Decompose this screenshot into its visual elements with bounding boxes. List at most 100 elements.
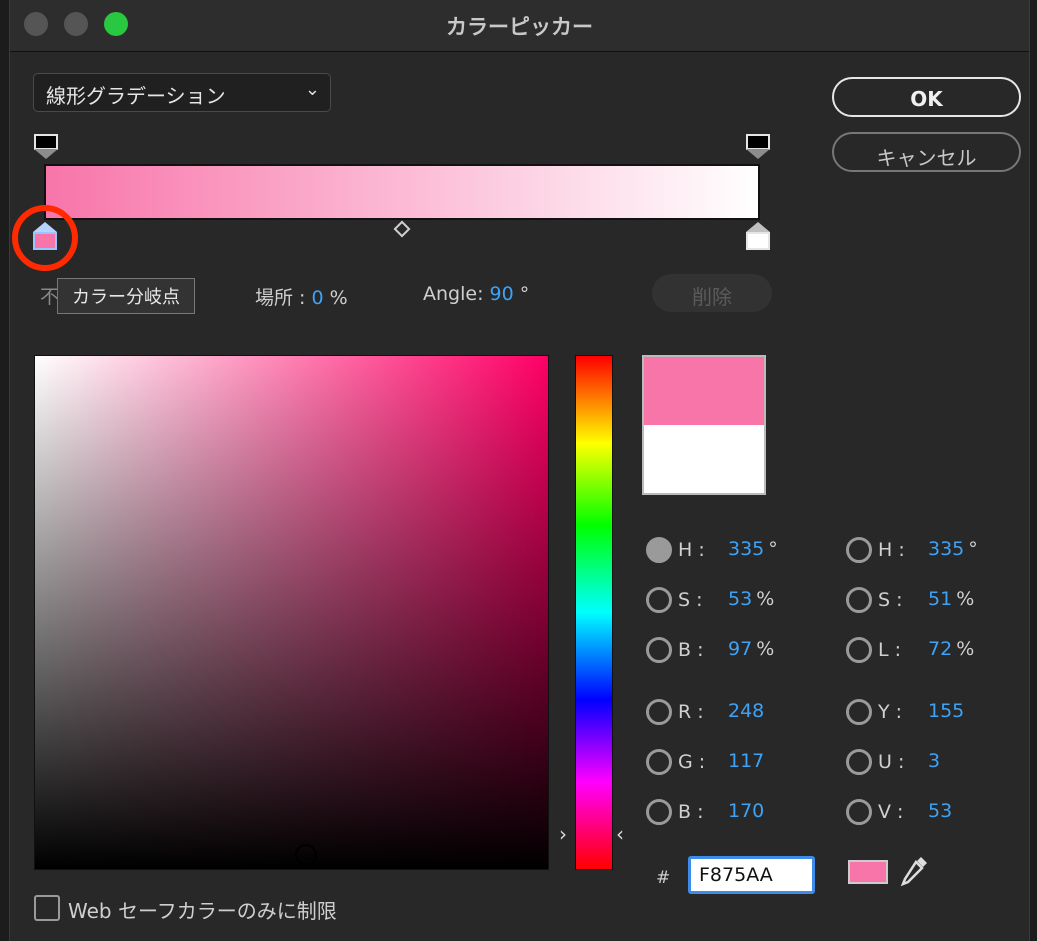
saturation-brightness-field[interactable]	[34, 355, 549, 870]
hex-input[interactable]: F875AA	[688, 856, 815, 894]
hsb-unit-1: %	[756, 588, 775, 610]
yuv-value-1[interactable]: 3	[928, 750, 940, 772]
angle-field: Angle: 90 °	[423, 283, 529, 305]
hsb-unit-0: °	[768, 538, 778, 560]
location-unit: %	[329, 287, 348, 309]
hsl-label-2: L :	[878, 639, 902, 661]
hsl-label-0: H :	[878, 539, 905, 561]
new-color-swatch	[644, 357, 764, 425]
hsl-unit-2: %	[956, 638, 975, 660]
yuv-value-2[interactable]: 53	[928, 800, 952, 822]
rgb-radio-0[interactable]	[646, 699, 672, 725]
rgb-label-0: R :	[678, 701, 704, 723]
hsb-value-0[interactable]: 335 °	[728, 538, 778, 560]
chevron-right-icon[interactable]: ›	[559, 822, 567, 846]
rgb-value-1[interactable]: 117	[728, 750, 764, 772]
cancel-button[interactable]: キャンセル	[832, 132, 1021, 172]
hsb-number-2[interactable]: 97	[728, 638, 752, 660]
eyedropper-icon[interactable]	[897, 853, 931, 889]
hsl-radio-1[interactable]	[846, 587, 872, 613]
color-stop-tooltip: カラー分岐点	[57, 278, 195, 314]
hsl-radio-0[interactable]	[846, 537, 872, 563]
hsb-value-1[interactable]: 53%	[728, 588, 774, 610]
rgb-number-0[interactable]: 248	[728, 700, 764, 722]
yuv-radio-2[interactable]	[846, 799, 872, 825]
hsb-label-2: B :	[678, 639, 704, 661]
chevron-down-icon: ⌄	[304, 79, 320, 100]
rgb-value-2[interactable]: 170	[728, 800, 764, 822]
hue-slider[interactable]	[575, 355, 613, 870]
hsb-number-1[interactable]: 53	[728, 588, 752, 610]
hsb-field-2: B : 97%	[646, 637, 796, 667]
yuv-number-1[interactable]: 3	[928, 750, 940, 772]
hsl-label-1: S :	[878, 589, 903, 611]
yuv-label-2: V :	[878, 801, 904, 823]
opacity-stop-left[interactable]	[34, 134, 58, 159]
hsl-unit-0: °	[968, 538, 978, 560]
yuv-value-0[interactable]: 155	[928, 700, 964, 722]
opacity-stop-right[interactable]	[746, 134, 770, 159]
color-picker-window: カラーピッカー 線形グラデーション ⌄ OK キャンセル 不 カラー分岐点 場所…	[9, 0, 1030, 941]
rgb-number-2[interactable]: 170	[728, 800, 764, 822]
rgb-field-0: R : 248	[646, 699, 796, 729]
yuv-label-0: Y :	[878, 701, 903, 723]
gradient-type-dropdown[interactable]: 線形グラデーション ⌄	[33, 73, 331, 112]
color-stop-right[interactable]	[746, 222, 770, 252]
hsb-number-0[interactable]: 335	[728, 538, 764, 560]
rgb-field-2: B : 170	[646, 799, 796, 829]
chevron-left-icon[interactable]: ‹	[616, 822, 624, 846]
angle-label: Angle:	[423, 283, 484, 305]
hsl-number-2[interactable]: 72	[928, 638, 952, 660]
hsl-number-1[interactable]: 51	[928, 588, 952, 610]
rgb-radio-2[interactable]	[646, 799, 672, 825]
websafe-label: Web セーフカラーのみに制限	[68, 899, 337, 923]
location-value[interactable]: 0	[312, 287, 324, 309]
gradient-type-value: 線形グラデーション	[46, 84, 226, 108]
rgb-label-1: G :	[678, 751, 706, 773]
yuv-field-1: U : 3	[846, 749, 996, 779]
hsl-field-2: L : 72%	[846, 637, 996, 667]
hsl-unit-1: %	[956, 588, 975, 610]
hsb-radio-1[interactable]	[646, 587, 672, 613]
angle-value[interactable]: 90	[490, 283, 514, 305]
yuv-number-2[interactable]: 53	[928, 800, 952, 822]
yuv-field-0: Y : 155	[846, 699, 996, 729]
hex-hash-label: #	[656, 868, 671, 888]
hsb-field-0: H : 335 °	[646, 537, 796, 567]
title-bar: カラーピッカー	[10, 0, 1029, 52]
hsl-radio-2[interactable]	[846, 637, 872, 663]
hsl-number-0[interactable]: 335	[928, 538, 964, 560]
hsl-field-1: S : 51%	[846, 587, 996, 617]
gradient-midpoint-handle[interactable]	[393, 220, 411, 238]
original-color-swatch[interactable]	[644, 425, 764, 493]
hsb-field-1: S : 53%	[646, 587, 796, 617]
yuv-number-0[interactable]: 155	[928, 700, 964, 722]
gradient-bar[interactable]	[44, 164, 760, 220]
hsb-radio-2[interactable]	[646, 637, 672, 663]
delete-stop-button[interactable]: 削除	[652, 274, 772, 312]
yuv-radio-0[interactable]	[846, 699, 872, 725]
hsl-value-1[interactable]: 51%	[928, 588, 974, 610]
websafe-checkbox[interactable]	[34, 895, 60, 921]
hsl-value-0[interactable]: 335 °	[928, 538, 978, 560]
rgb-number-1[interactable]: 117	[728, 750, 764, 772]
yuv-label-1: U :	[878, 751, 905, 773]
color-stop-left[interactable]	[33, 222, 57, 252]
yuv-radio-1[interactable]	[846, 749, 872, 775]
hsl-field-0: H : 335 °	[846, 537, 996, 567]
color-cursor[interactable]	[295, 844, 317, 866]
rgb-value-0[interactable]: 248	[728, 700, 764, 722]
hsb-radio-0[interactable]	[646, 537, 672, 563]
hsb-label-0: H :	[678, 539, 705, 561]
angle-unit: °	[519, 283, 530, 305]
hsb-unit-2: %	[756, 638, 775, 660]
hsb-label-1: S :	[678, 589, 703, 611]
hsb-value-2[interactable]: 97%	[728, 638, 774, 660]
ok-button[interactable]: OK	[832, 77, 1021, 117]
window-title: カラーピッカー	[446, 15, 593, 39]
rgb-field-1: G : 117	[646, 749, 796, 779]
rgb-radio-1[interactable]	[646, 749, 672, 775]
yuv-field-2: V : 53	[846, 799, 996, 829]
current-color-chip[interactable]	[848, 860, 888, 884]
hsl-value-2[interactable]: 72%	[928, 638, 974, 660]
